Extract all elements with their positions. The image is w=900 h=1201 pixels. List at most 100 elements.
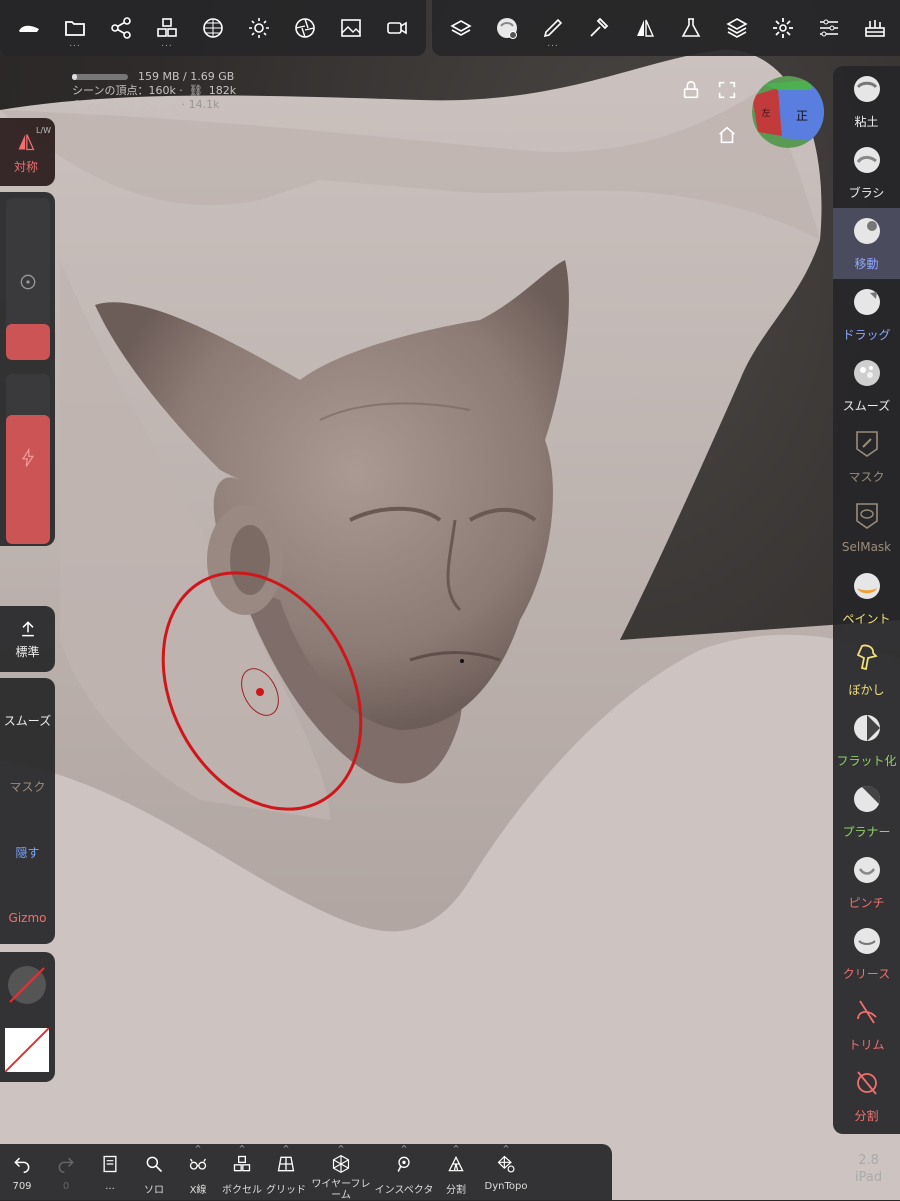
- bottom-label: 分割: [446, 1185, 466, 1196]
- bottom-xray[interactable]: ^ X線: [176, 1144, 220, 1200]
- lock-icon[interactable]: [680, 79, 702, 101]
- hammer-icon[interactable]: [576, 5, 622, 51]
- quick-tool-smooth[interactable]: スムーズ: [0, 678, 56, 744]
- subdivide-icon: [446, 1154, 466, 1177]
- tool-move[interactable]: 移動: [833, 208, 900, 279]
- crease-icon: [852, 926, 882, 959]
- quick-tool-label: Gizmo: [8, 911, 47, 925]
- bottom-solo[interactable]: ソロ: [132, 1144, 176, 1200]
- fullscreen-icon[interactable]: [716, 79, 738, 101]
- caret-icon: ^: [282, 1144, 290, 1153]
- tool-label: ピンチ: [848, 895, 885, 910]
- bottom-subdivide[interactable]: ^ 分割: [434, 1144, 478, 1200]
- bottom-label: インスペクタ: [374, 1185, 434, 1196]
- tool-flatten[interactable]: フラット化: [833, 705, 900, 776]
- tool-trim[interactable]: トリム: [833, 989, 900, 1060]
- gear-icon[interactable]: [760, 5, 806, 51]
- scene-vertices: シーンの頂点：160k ·: [72, 84, 183, 97]
- flask-icon[interactable]: [668, 5, 714, 51]
- video-icon[interactable]: [374, 5, 420, 51]
- tool-smooth[interactable]: スムーズ: [833, 350, 900, 421]
- intensity-icon: [21, 448, 35, 467]
- sun-icon[interactable]: [236, 5, 282, 51]
- tool-label: フラット化: [836, 753, 897, 768]
- sculpt-model: [0, 49, 900, 1200]
- folder-icon[interactable]: ...: [52, 5, 98, 51]
- brush-icon: [852, 145, 882, 178]
- symmetry-icon: [18, 134, 35, 151]
- tool-label: ペイント: [842, 611, 891, 626]
- quick-tool-mask[interactable]: マスク: [0, 744, 55, 810]
- view-cube[interactable]: 正 左: [752, 76, 824, 148]
- bottom-inspector[interactable]: ^ インスペクタ: [374, 1144, 434, 1200]
- selmask-icon: [852, 501, 882, 534]
- book-icon: [100, 1154, 120, 1177]
- tool-paint[interactable]: ペイント: [833, 563, 900, 634]
- xray-icon: [188, 1154, 208, 1177]
- material-stack-icon[interactable]: [438, 5, 484, 51]
- tool-label: 分割: [854, 1108, 879, 1123]
- sliders-icon[interactable]: [806, 5, 852, 51]
- intensity-slider[interactable]: [6, 374, 50, 544]
- matcap-sphere-icon[interactable]: [6, 964, 48, 1006]
- bottom-voxel[interactable]: ^ ボクセル: [220, 1144, 264, 1200]
- tool-mask[interactable]: マスク: [833, 421, 900, 492]
- bottom-undo[interactable]: 709: [0, 1144, 44, 1200]
- clay-icon: [852, 74, 882, 107]
- tool-selmask[interactable]: SelMask: [833, 492, 900, 563]
- tool-pinch[interactable]: ピンチ: [833, 847, 900, 918]
- tool-drag[interactable]: ドラッグ: [833, 279, 900, 350]
- quick-tool-label: 隠す: [15, 845, 40, 860]
- quick-tool-gizmo[interactable]: Gizmo: [0, 876, 55, 942]
- brush-ball-icon[interactable]: [484, 5, 530, 51]
- tool-planar[interactable]: プラナー: [833, 776, 900, 847]
- stroke-mode-label: 標準: [15, 644, 40, 659]
- bottom-grid[interactable]: ^ グリッド: [264, 1144, 308, 1200]
- caret-icon: ^: [238, 1144, 246, 1153]
- caret-icon: ^: [452, 1144, 460, 1153]
- device-label: iPad: [855, 1170, 883, 1185]
- bottom-wireframe[interactable]: ^ ワイヤーフレーム: [308, 1144, 374, 1201]
- tool-label: マスク: [848, 469, 885, 484]
- bottom-dyntopo[interactable]: ^ DynTopo: [478, 1144, 534, 1200]
- tool-clay[interactable]: 粘土: [833, 66, 900, 137]
- image-icon[interactable]: [328, 5, 374, 51]
- caret-icon: ^: [400, 1144, 408, 1153]
- cap-icon[interactable]: [6, 5, 52, 51]
- aperture-icon[interactable]: [282, 5, 328, 51]
- toolbox-icon[interactable]: [852, 5, 898, 51]
- caret-icon: ^: [502, 1144, 510, 1153]
- dyntopo-icon: [496, 1154, 516, 1177]
- sphere-grid-icon[interactable]: [190, 5, 236, 51]
- layers-icon[interactable]: [714, 5, 760, 51]
- sculpt-tool-panel: 粘土ブラシ移動 ドラッグ スムーズマスク SelMask ペイントぼかしフラット化プラナ…: [833, 66, 900, 1134]
- inspector-icon: [394, 1154, 414, 1177]
- home-icon[interactable]: [716, 124, 738, 146]
- symmetry-toggle[interactable]: L/W 対称: [0, 118, 55, 186]
- boxes-icon[interactable]: ...: [144, 5, 190, 51]
- color-swatch-icon[interactable]: [5, 1028, 49, 1072]
- bottom-redo[interactable]: 0: [44, 1144, 88, 1200]
- tool-label: トリム: [848, 1037, 885, 1052]
- top-toolbar-left: ... ...: [0, 0, 426, 56]
- mask-icon: [852, 429, 882, 462]
- pinch-icon: [852, 855, 882, 888]
- tool-label: クリース: [842, 966, 891, 981]
- caret-icon: ^: [337, 1144, 345, 1153]
- tool-brush[interactable]: ブラシ: [833, 137, 900, 208]
- tool-label: 粘土: [854, 114, 879, 129]
- undo-icon: [12, 1154, 32, 1177]
- tool-crease[interactable]: クリース: [833, 918, 900, 989]
- pen-icon[interactable]: ...: [530, 5, 576, 51]
- upload-icon: [21, 620, 34, 636]
- radius-slider[interactable]: [6, 198, 50, 360]
- symmetry-icon[interactable]: [622, 5, 668, 51]
- tool-split[interactable]: 分割: [833, 1060, 900, 1131]
- share-icon[interactable]: [98, 5, 144, 51]
- tool-label: ブラシ: [848, 185, 885, 200]
- bottom-book[interactable]: ...: [88, 1144, 132, 1200]
- tool-smudge[interactable]: ぼかし: [833, 634, 900, 705]
- stroke-mode[interactable]: 標準: [0, 606, 55, 672]
- quick-tool-hide[interactable]: 隠す: [0, 810, 55, 876]
- sculpt-viewport[interactable]: [0, 0, 900, 1200]
